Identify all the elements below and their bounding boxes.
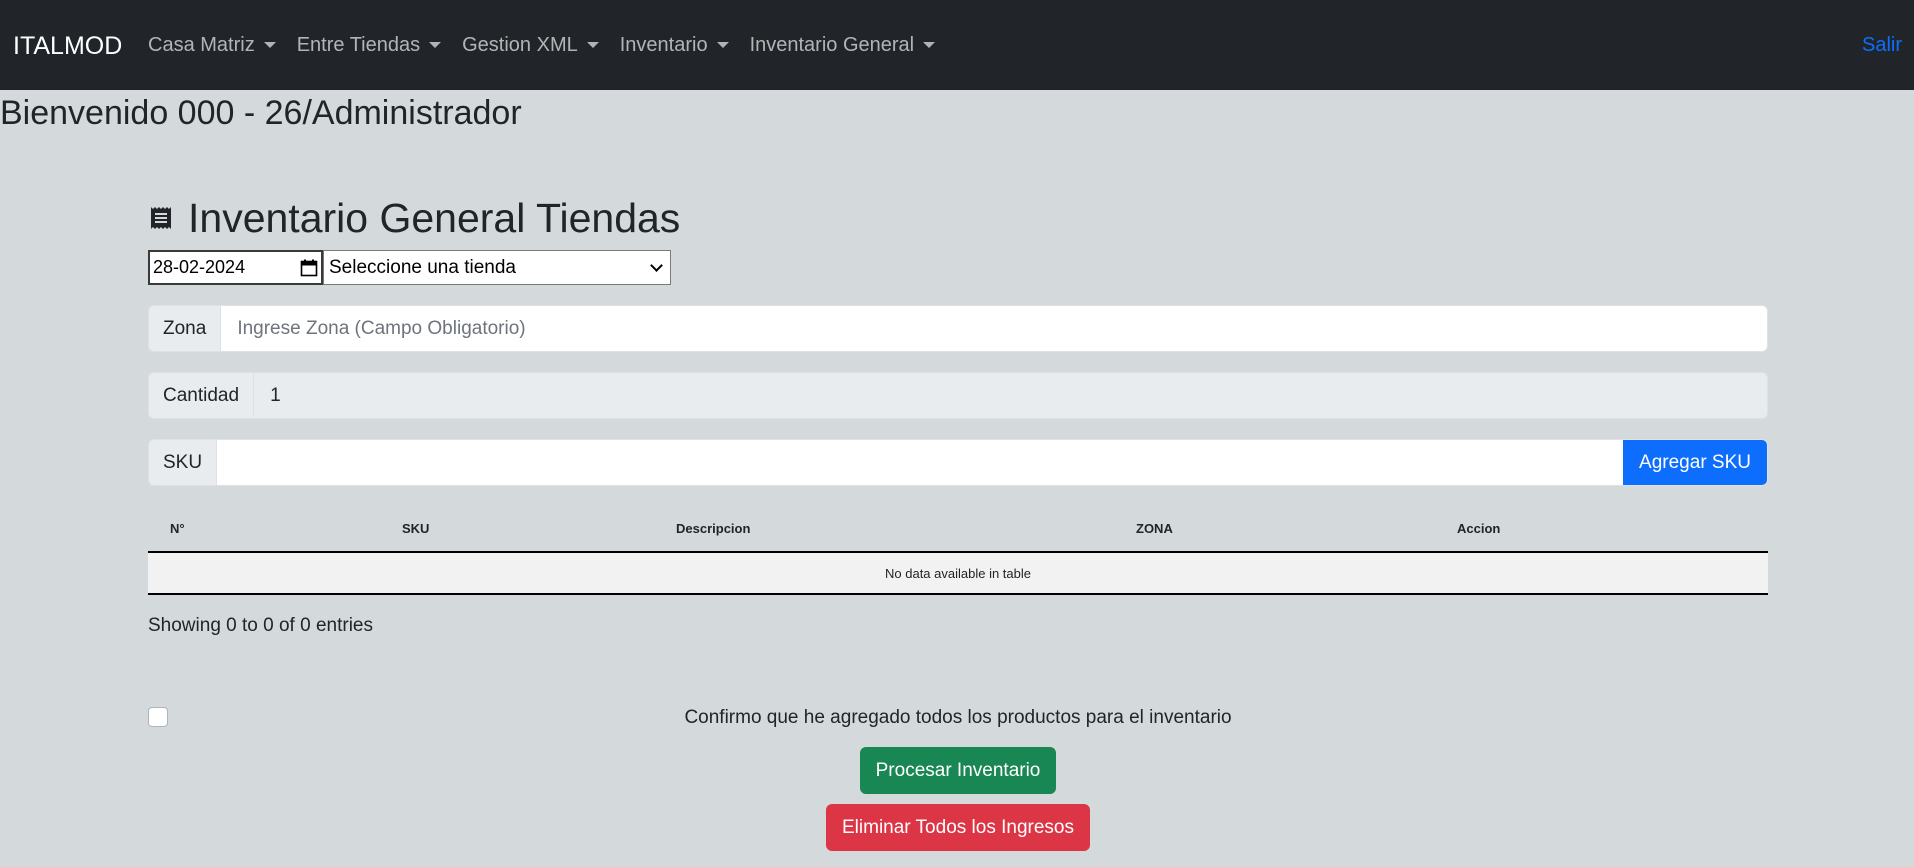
confirm-row: Confirmo que he agregado todos los produ… bbox=[148, 707, 1768, 731]
chevron-down-icon bbox=[650, 258, 663, 272]
nav-item-label: Inventario General bbox=[749, 34, 915, 56]
store-select-value: Seleccione una tienda bbox=[329, 256, 516, 278]
process-inventory-button[interactable]: Procesar Inventario bbox=[859, 747, 1057, 794]
zona-input-group: Zona Ingrese Zona (Campo Obligatorio) bbox=[148, 305, 1768, 352]
date-value: 28-02-2024 bbox=[153, 257, 246, 277]
caret-down-icon bbox=[263, 42, 276, 48]
column-header-descripcion[interactable]: Descripcion bbox=[654, 521, 1114, 536]
cantidad-input-group: Cantidad 1 bbox=[148, 372, 1768, 419]
nav-menu: Casa Matriz Entre Tiendas Gestion XML In… bbox=[148, 32, 956, 58]
cantidad-label: Cantidad bbox=[149, 373, 255, 418]
sku-input[interactable] bbox=[217, 440, 1624, 485]
date-input[interactable]: 28-02-2024 bbox=[148, 250, 323, 285]
calendar-icon[interactable] bbox=[300, 259, 318, 277]
brand-logo[interactable]: ITALMOD bbox=[13, 31, 122, 61]
welcome-heading: Bienvenido 000 - 26/Administrador bbox=[0, 94, 522, 132]
inventory-table: N° SKU Descripcion ZONA Accion No data a… bbox=[148, 506, 1768, 595]
sku-label: SKU bbox=[149, 440, 218, 485]
nav-inventario-general[interactable]: Inventario General bbox=[750, 32, 936, 58]
main-content: Inventario General Tiendas 28-02-2024 Se… bbox=[148, 190, 1768, 851]
filters-row: 28-02-2024 Seleccione una tienda bbox=[148, 250, 1768, 285]
store-select[interactable]: Seleccione una tienda bbox=[323, 250, 671, 285]
table-info: Showing 0 to 0 of 0 entries bbox=[148, 615, 373, 636]
cantidad-input[interactable]: 1 bbox=[254, 373, 1767, 418]
nav-gestion-xml[interactable]: Gestion XML bbox=[462, 32, 599, 58]
page-title: Inventario General Tiendas bbox=[188, 194, 681, 241]
receipt-icon bbox=[151, 207, 171, 229]
column-header-sku[interactable]: SKU bbox=[380, 521, 654, 536]
action-buttons: Procesar Inventario Eliminar Todos los I… bbox=[148, 747, 1768, 851]
caret-down-icon bbox=[429, 42, 442, 48]
nav-inventario[interactable]: Inventario bbox=[620, 32, 729, 58]
column-header-number[interactable]: N° bbox=[148, 521, 380, 536]
caret-down-icon bbox=[923, 42, 936, 48]
caret-down-icon bbox=[716, 42, 729, 48]
table-empty-row: No data available in table bbox=[148, 553, 1768, 595]
nav-item-label: Gestion XML bbox=[462, 34, 578, 56]
nav-entre-tiendas[interactable]: Entre Tiendas bbox=[296, 32, 442, 58]
page-title-row: Inventario General Tiendas bbox=[148, 190, 1768, 246]
column-header-zona[interactable]: ZONA bbox=[1114, 521, 1435, 536]
add-sku-button[interactable]: Agregar SKU bbox=[1623, 440, 1767, 485]
nav-item-label: Inventario bbox=[619, 34, 708, 56]
confirm-label: Confirmo que he agregado todos los produ… bbox=[684, 707, 1232, 728]
nav-item-label: Casa Matriz bbox=[148, 34, 255, 56]
table-header: N° SKU Descripcion ZONA Accion bbox=[148, 506, 1768, 553]
sku-input-group: SKU Agregar SKU bbox=[148, 439, 1768, 486]
caret-down-icon bbox=[586, 42, 599, 48]
column-header-accion[interactable]: Accion bbox=[1435, 521, 1735, 536]
nav-item-label: Entre Tiendas bbox=[296, 34, 421, 56]
zona-label: Zona bbox=[149, 306, 222, 351]
logout-link[interactable]: Salir bbox=[1862, 32, 1902, 58]
delete-all-button[interactable]: Eliminar Todos los Ingresos bbox=[826, 804, 1090, 851]
nav-casa-matriz[interactable]: Casa Matriz bbox=[148, 32, 276, 58]
zona-input[interactable]: Ingrese Zona (Campo Obligatorio) bbox=[221, 306, 1767, 351]
top-navbar: ITALMOD Casa Matriz Entre Tiendas Gestio… bbox=[0, 0, 1914, 90]
